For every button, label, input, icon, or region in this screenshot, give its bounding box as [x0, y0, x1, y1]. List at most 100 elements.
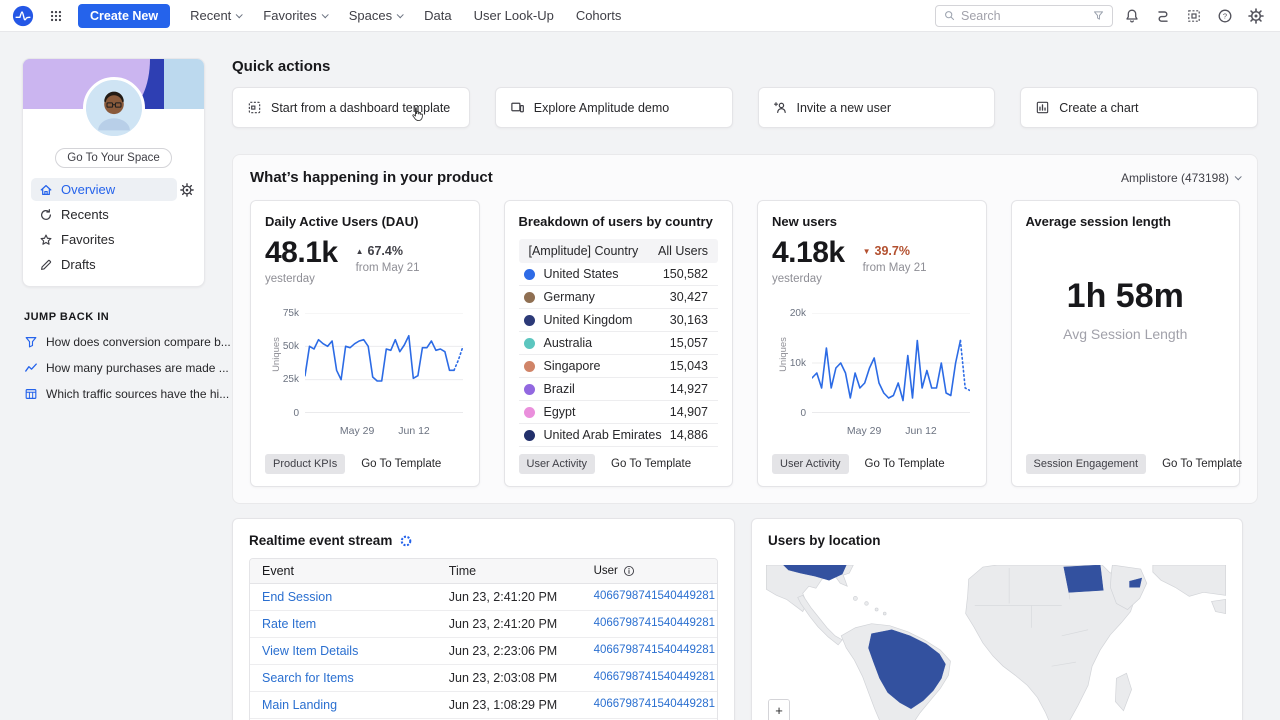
frame-select-icon[interactable]: [1182, 4, 1206, 28]
event-column-header[interactable]: Event: [250, 559, 437, 583]
event-link[interactable]: Rate Item: [262, 617, 316, 631]
dau-change-caption: from May 21: [356, 262, 420, 274]
nav-item-data[interactable]: Data: [424, 8, 451, 23]
country-row-united-kingdom[interactable]: United Kingdom30,163: [519, 309, 719, 332]
user-id-link[interactable]: 4066798741540449281: [594, 698, 716, 710]
search-box[interactable]: [935, 5, 1113, 27]
sidebar-item-favorites[interactable]: Favorites: [31, 228, 196, 251]
country-row-egypt[interactable]: Egypt14,907: [519, 401, 719, 424]
country-color-dot: [524, 338, 535, 349]
new-users-tag-pill[interactable]: User Activity: [772, 454, 849, 474]
nav-item-label: Recent: [190, 8, 231, 23]
session-length-value: 1h 58m: [1012, 277, 1240, 316]
project-selector-label: Amplistore (473198): [1121, 171, 1229, 185]
amplitude-logo-icon[interactable]: [12, 5, 34, 27]
search-input[interactable]: [961, 9, 1087, 23]
nav-item-recent[interactable]: Recent: [190, 8, 241, 23]
sidebar-item-label: Drafts: [61, 257, 96, 272]
session-tag-pill[interactable]: Session Engagement: [1026, 454, 1147, 474]
country-row-australia[interactable]: Australia15,057: [519, 332, 719, 355]
asia-shape-2: [1212, 599, 1226, 613]
dau-tag-pill[interactable]: Product KPIs: [265, 454, 345, 474]
nav-item-favorites[interactable]: Favorites: [263, 8, 326, 23]
line-chart-plot: [812, 313, 970, 413]
sidebar-row: Favorites: [31, 228, 196, 251]
user-id-link[interactable]: 4066798741540449281: [594, 590, 716, 602]
main-menu: Recent Favorites Spaces Data User Look-Up Coh…: [190, 8, 621, 23]
quick-action-label: Explore Amplitude demo: [534, 101, 670, 115]
main-content: Quick actions Start from a dashboard tem…: [232, 58, 1258, 720]
jump-item-3[interactable]: Which traffic sources have the hi...: [24, 387, 203, 401]
map-zoom-in-button[interactable]: +: [769, 700, 789, 720]
event-table-header: Event Time User: [250, 559, 717, 584]
nav-item-spaces[interactable]: Spaces: [349, 8, 402, 23]
chart-icon: [1035, 100, 1050, 115]
country-name: Australia: [544, 336, 593, 350]
country-go-to-template-link[interactable]: Go To Template: [611, 458, 691, 470]
quick-action-create-a-chart[interactable]: Create a chart: [1020, 87, 1258, 128]
project-selector[interactable]: Amplistore (473198): [1121, 171, 1240, 185]
create-new-button[interactable]: Create New: [78, 4, 170, 28]
settings-gear-icon[interactable]: [1244, 4, 1268, 28]
template-icon: [247, 100, 262, 115]
user-cell: 4066798741540449281: [582, 611, 717, 637]
gear-icon[interactable]: [180, 183, 194, 197]
user-id-link[interactable]: 4066798741540449281: [594, 671, 716, 683]
quick-action-invite-a-new-user[interactable]: Invite a new user: [758, 87, 996, 128]
country-users-value: 150,582: [663, 267, 708, 281]
y-tick-label: 20k: [780, 308, 806, 319]
user-id-link[interactable]: 4066798741540449281: [594, 644, 716, 656]
user-cell: 4066798741540449281: [582, 665, 717, 691]
event-link[interactable]: End Session: [262, 590, 332, 604]
dau-go-to-template-link[interactable]: Go To Template: [361, 458, 441, 470]
session-go-to-template-link[interactable]: Go To Template: [1162, 458, 1242, 470]
quick-action-explore-amplitude-demo[interactable]: Explore Amplitude demo: [495, 87, 733, 128]
x-tick-label: Jun 12: [398, 425, 430, 437]
y-tick-label: 25k: [273, 374, 299, 385]
event-table-row: Main Landing Jun 23, 1:08:29 PM 4066798741…: [250, 692, 717, 719]
event-link[interactable]: View Item Details: [262, 644, 358, 658]
event-link[interactable]: Main Landing: [262, 698, 337, 712]
all-users-column-header: All Users: [658, 244, 708, 258]
new-users-card: New users 4.18k yesterday ▼39.7% from Ma…: [757, 200, 987, 487]
apps-grid-icon[interactable]: [44, 4, 68, 28]
country-row-germany[interactable]: Germany30,427: [519, 286, 719, 309]
help-icon[interactable]: ?: [1213, 4, 1237, 28]
avatar[interactable]: [83, 77, 145, 139]
nav-item-label: Spaces: [349, 8, 392, 23]
nav-item-user-look-up[interactable]: User Look-Up: [474, 8, 554, 23]
sidebar-item-recents[interactable]: Recents: [31, 203, 196, 226]
sidebar-item-overview[interactable]: Overview: [31, 178, 177, 201]
go-to-your-space-button[interactable]: Go To Your Space: [55, 148, 172, 168]
y-tick-label: 75k: [273, 308, 299, 319]
users-by-location-card: Users by location: [751, 518, 1243, 720]
jump-item-2[interactable]: How many purchases are made ...: [24, 361, 203, 375]
user-column-header[interactable]: User: [582, 559, 717, 583]
journey-icon[interactable]: [1151, 4, 1175, 28]
sidebar-item-drafts[interactable]: Drafts: [31, 253, 196, 276]
jump-item-1[interactable]: How does conversion compare b...: [24, 335, 203, 349]
sidebar-row: Recents: [31, 203, 196, 226]
sidebar-item-label: Overview: [61, 182, 115, 197]
user-id-link[interactable]: 4066798741540449281: [594, 617, 716, 629]
quick-actions-row: Start from a dashboard template Explore A…: [232, 87, 1258, 128]
asia-shape: [1153, 565, 1226, 596]
new-users-go-to-template-link[interactable]: Go To Template: [865, 458, 945, 470]
country-color-dot: [524, 430, 535, 441]
event-link[interactable]: Search for Items: [262, 671, 354, 685]
quick-action-label: Create a chart: [1059, 101, 1138, 115]
country-row-united-arab-emirates[interactable]: United Arab Emirates14,886: [519, 424, 719, 447]
nav-item-cohorts[interactable]: Cohorts: [576, 8, 622, 23]
map-zoom-control: +: [768, 699, 790, 720]
line-chart-icon: [24, 361, 38, 375]
search-filter-icon[interactable]: [1092, 9, 1105, 22]
time-column-header[interactable]: Time: [437, 559, 582, 583]
bell-icon[interactable]: [1120, 4, 1144, 28]
quick-action-start-from-a-dashboard-template[interactable]: Start from a dashboard template: [232, 87, 470, 128]
country-row-brazil[interactable]: Brazil14,927: [519, 378, 719, 401]
country-tag-pill[interactable]: User Activity: [519, 454, 596, 474]
country-row-singapore[interactable]: Singapore15,043: [519, 355, 719, 378]
country-row-united-states[interactable]: United States150,582: [519, 263, 719, 286]
time-cell: Jun 23, 1:08:29 PM: [437, 692, 582, 718]
world-map[interactable]: [766, 565, 1226, 720]
